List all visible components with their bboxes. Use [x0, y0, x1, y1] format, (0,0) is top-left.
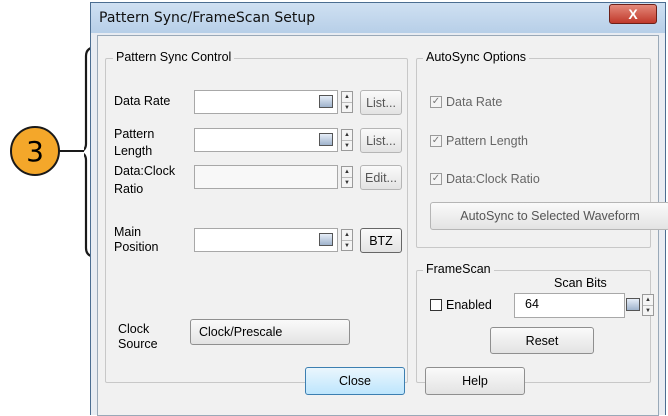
pattern-length-label-line1: Pattern [114, 127, 155, 141]
autosync-option-label: Data:Clock Ratio [446, 172, 540, 186]
data-clock-ratio-label-line2: Ratio [114, 182, 144, 196]
spin-up-icon[interactable]: ▲ [342, 130, 352, 140]
data-rate-list-button[interactable]: List... [360, 90, 402, 115]
data-clock-ratio-spinner[interactable]: ▲ ▼ [341, 166, 353, 188]
main-position-label-line2: Position [114, 240, 159, 254]
data-clock-ratio-edit-button[interactable]: Edit... [360, 165, 402, 190]
main-position-btz-button[interactable]: BTZ [360, 228, 402, 253]
spin-down-icon[interactable]: ▼ [342, 140, 352, 151]
data-rate-input[interactable] [194, 90, 338, 114]
spin-up-icon[interactable]: ▲ [342, 92, 352, 102]
data-clock-ratio-input[interactable] [194, 165, 338, 189]
pattern-length-spinner[interactable]: ▲ ▼ [341, 129, 353, 151]
scan-bits-spinner[interactable]: ▲ ▼ [642, 294, 654, 316]
calculator-icon[interactable] [626, 298, 640, 311]
data-clock-ratio-label-line1: Data:Clock [114, 164, 176, 178]
help-button[interactable]: Help [425, 367, 525, 395]
calculator-icon[interactable] [319, 133, 333, 146]
autosync-option-data-clock-ratio[interactable]: ✓ Data:Clock Ratio [430, 172, 540, 186]
framescan-enabled-checkbox-row[interactable]: Enabled [430, 298, 492, 312]
callout-leader-line [58, 150, 84, 152]
data-rate-label: Data Rate [114, 94, 171, 108]
spin-down-icon[interactable]: ▼ [342, 102, 352, 113]
data-rate-spinner[interactable]: ▲ ▼ [341, 91, 353, 113]
close-button[interactable]: Close [305, 367, 405, 395]
checkbox-checked-icon[interactable]: ✓ [430, 96, 442, 108]
spin-up-icon[interactable]: ▲ [342, 167, 352, 177]
checkbox-checked-icon[interactable]: ✓ [430, 173, 442, 185]
autosync-selected-waveform-button[interactable]: AutoSync to Selected Waveform [430, 202, 668, 230]
spin-down-icon[interactable]: ▼ [342, 240, 352, 251]
framescan-legend: FrameScan [423, 262, 494, 276]
spin-up-icon[interactable]: ▲ [342, 230, 352, 240]
callout-number: 3 [26, 134, 44, 168]
pattern-length-list-button[interactable]: List... [360, 128, 402, 153]
main-position-input[interactable] [194, 228, 338, 252]
autosync-option-label: Pattern Length [446, 134, 529, 148]
autosync-option-data-rate[interactable]: ✓ Data Rate [430, 95, 502, 109]
clock-source-button[interactable]: Clock/Prescale [190, 319, 350, 345]
autosync-legend: AutoSync Options [423, 50, 530, 64]
framescan-reset-button[interactable]: Reset [490, 327, 594, 354]
title-bar[interactable]: Pattern Sync/FrameScan Setup X [91, 3, 665, 33]
main-position-spinner[interactable]: ▲ ▼ [341, 229, 353, 251]
checkbox-checked-icon[interactable]: ✓ [430, 135, 442, 147]
close-icon: X [628, 6, 638, 22]
checkbox-unchecked-icon[interactable] [430, 299, 442, 311]
pattern-length-input[interactable] [194, 128, 338, 152]
spin-up-icon[interactable]: ▲ [643, 295, 653, 305]
spin-down-icon[interactable]: ▼ [342, 177, 352, 188]
calculator-icon[interactable] [319, 233, 333, 246]
autosync-option-pattern-length[interactable]: ✓ Pattern Length [430, 134, 528, 148]
clock-source-label-line2: Source [118, 337, 158, 351]
dialog-window: Pattern Sync/FrameScan Setup X Pattern S… [90, 2, 668, 416]
autosync-option-label: Data Rate [446, 95, 503, 109]
window-close-button[interactable]: X [609, 4, 657, 24]
pattern-length-label-line2: Length [114, 144, 153, 158]
dialog-client-area: Pattern Sync Control Data Rate ▲ ▼ List..… [97, 35, 668, 416]
pattern-sync-legend: Pattern Sync Control [113, 50, 235, 64]
callout-badge: 3 [10, 126, 60, 176]
framescan-enabled-label: Enabled [446, 298, 492, 312]
scan-bits-input[interactable]: 64 [514, 293, 625, 318]
scan-bits-label: Scan Bits [554, 276, 607, 290]
window-title: Pattern Sync/FrameScan Setup [99, 10, 316, 26]
calculator-icon[interactable] [319, 95, 333, 108]
spin-down-icon[interactable]: ▼ [643, 305, 653, 316]
